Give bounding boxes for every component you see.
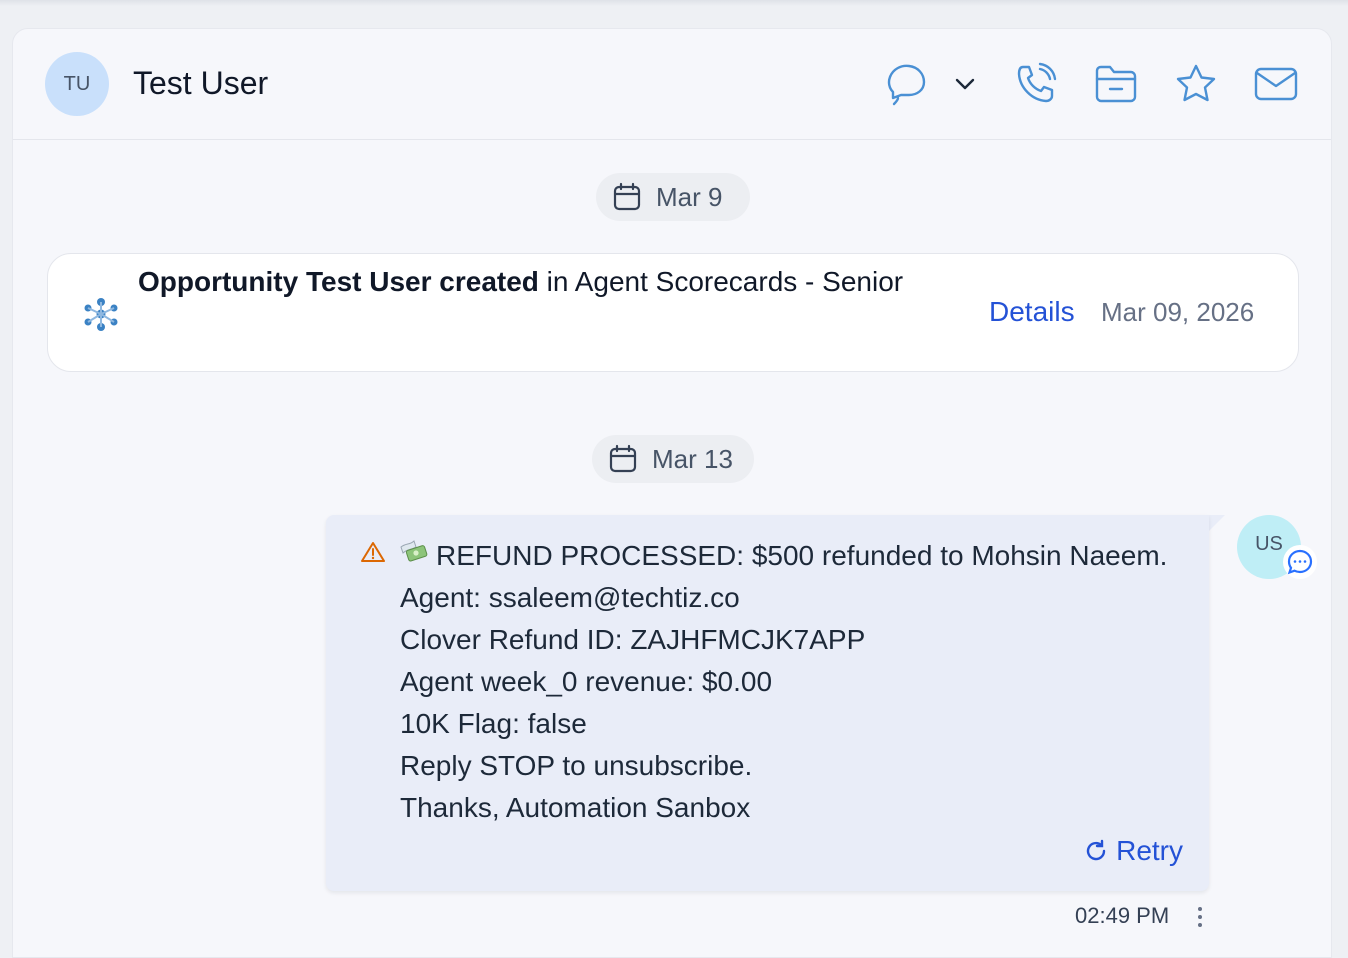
- top-strip: [0, 0, 1348, 6]
- warning-icon: [361, 542, 385, 562]
- chat-bubble-icon: [1287, 549, 1313, 575]
- folder-icon[interactable]: [1092, 60, 1140, 108]
- pipeline-icon: [84, 298, 118, 331]
- date-label: Mar 13: [652, 443, 733, 474]
- message-line: Reply STOP to unsubscribe.: [400, 750, 753, 781]
- retry-button[interactable]: Retry: [1084, 835, 1183, 867]
- message-text: REFUND PROCESSED: $500 refunded to Mohsi…: [400, 535, 1200, 829]
- activity-card: Opportunity Test User created in Agent S…: [47, 253, 1299, 372]
- chat-icon[interactable]: [883, 60, 931, 108]
- date-separator: Mar 13: [592, 435, 754, 483]
- message-line: Clover Refund ID: ZAJHFMCJK7APP: [400, 624, 866, 655]
- date-separator: Mar 9: [596, 173, 750, 221]
- date-label: Mar 9: [656, 181, 723, 212]
- retry-label: Retry: [1116, 835, 1183, 866]
- message-bubble[interactable]: REFUND PROCESSED: $500 refunded to Mohsi…: [326, 515, 1209, 891]
- activity-date: Mar 09, 2026: [1101, 297, 1255, 327]
- calendar-icon: [613, 182, 641, 211]
- details-link[interactable]: Details: [989, 296, 1075, 328]
- mail-icon[interactable]: [1252, 60, 1300, 108]
- message-line: Thanks, Automation Sanbox: [400, 792, 751, 823]
- sms-channel-badge: [1283, 545, 1317, 579]
- phone-icon[interactable]: [1012, 60, 1060, 108]
- activity-title-rest: in Agent Scorecards - Senior: [538, 266, 904, 297]
- star-icon[interactable]: [1172, 60, 1220, 108]
- contact-name[interactable]: Test User: [133, 65, 268, 102]
- activity-title-bold: Opportunity Test User created: [138, 266, 539, 297]
- refresh-icon: [1086, 839, 1106, 861]
- conversation-panel: TU Test User Mar 9 Opportunity Test User…: [12, 28, 1332, 958]
- more-options-icon[interactable]: [1191, 903, 1209, 931]
- message-line: REFUND PROCESSED: $500 refunded to Mohsi…: [436, 540, 1168, 571]
- message-line: Agent week_0 revenue: $0.00: [400, 666, 773, 697]
- message-time: 02:49 PM: [1075, 903, 1170, 928]
- contact-avatar[interactable]: TU: [45, 52, 109, 116]
- conversation-header: TU Test User: [13, 29, 1331, 140]
- calendar-icon: [609, 444, 637, 473]
- activity-title: Opportunity Test User created in Agent S…: [138, 266, 903, 298]
- chevron-down-icon[interactable]: [941, 60, 989, 108]
- message-line: Agent: ssaleem@techtiz.co: [400, 582, 740, 613]
- message-line: 10K Flag: false: [400, 708, 587, 739]
